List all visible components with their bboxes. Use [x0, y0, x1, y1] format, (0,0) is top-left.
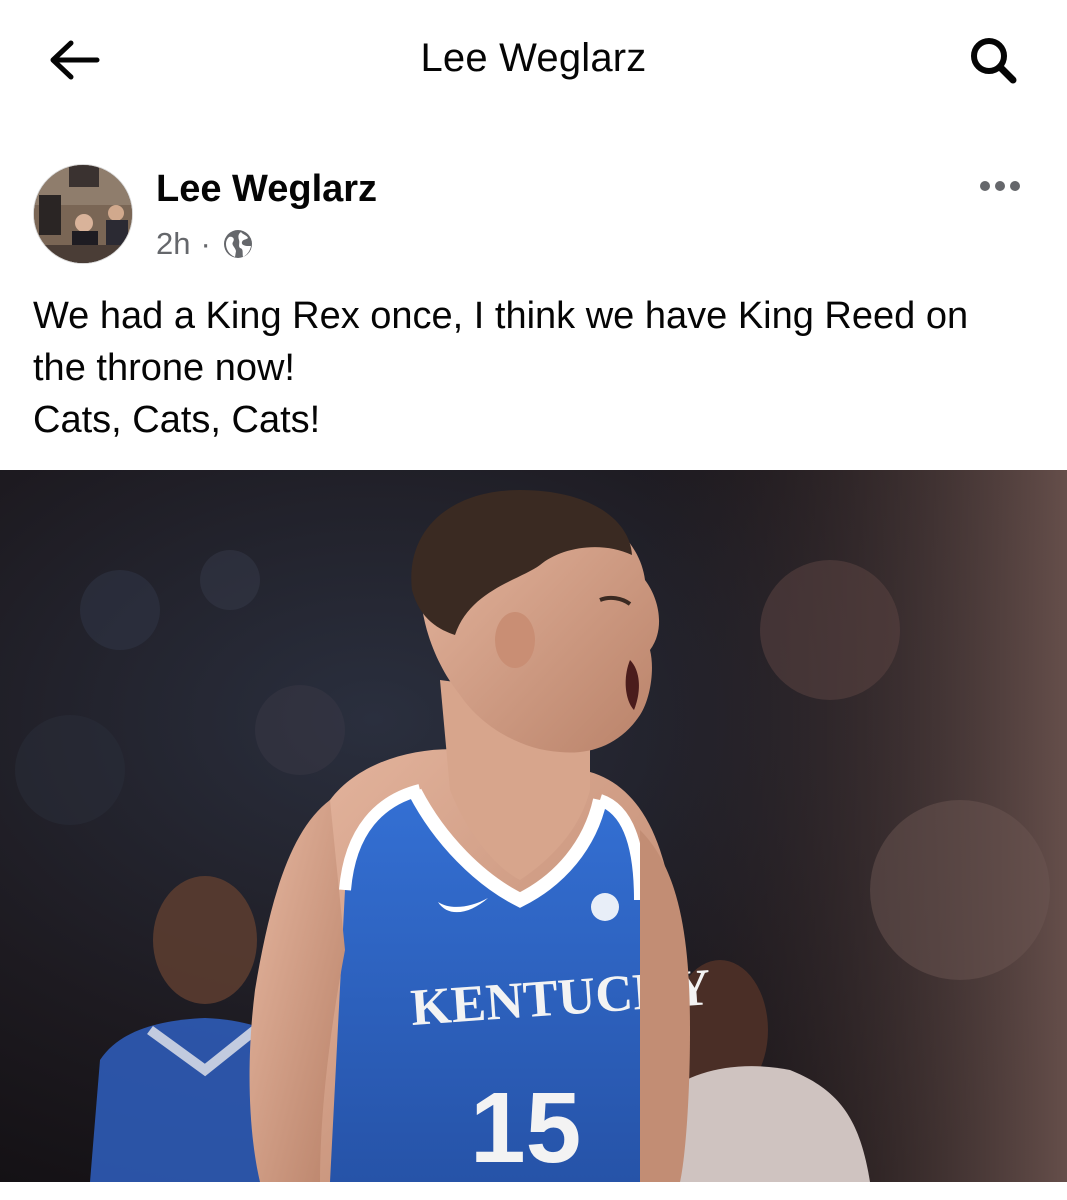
post-text-line: the throne now!	[33, 347, 295, 389]
post-text-line: Cats, Cats, Cats!	[33, 399, 321, 441]
meta-separator: ·	[200, 226, 211, 261]
avatar[interactable]	[33, 164, 133, 264]
page-title: Lee Weglarz	[420, 36, 647, 80]
top-app-bar: Lee Weglarz	[0, 0, 1067, 120]
post-meta: 2h ·	[156, 224, 255, 264]
search-icon	[971, 38, 1017, 84]
post-header: Lee Weglarz 2h ·	[0, 150, 1067, 280]
basketball-player-photo: KENTUCKY 15	[0, 470, 1067, 1182]
more-dots-icon	[980, 181, 1020, 191]
post-text-line: We had a King Rex once, I think we have …	[33, 295, 969, 337]
search-button[interactable]	[958, 30, 1028, 90]
more-options-button[interactable]	[965, 166, 1035, 206]
globe-icon[interactable]	[221, 227, 255, 261]
author-name[interactable]: Lee Weglarz	[156, 168, 377, 211]
post-text: We had a King Rex once, I think we have …	[33, 290, 1033, 446]
post-photo[interactable]: KENTUCKY 15	[0, 470, 1067, 1182]
avatar-photo	[34, 165, 132, 263]
post-timestamp[interactable]: 2h	[156, 226, 190, 262]
jersey-number: 15	[470, 1072, 581, 1182]
